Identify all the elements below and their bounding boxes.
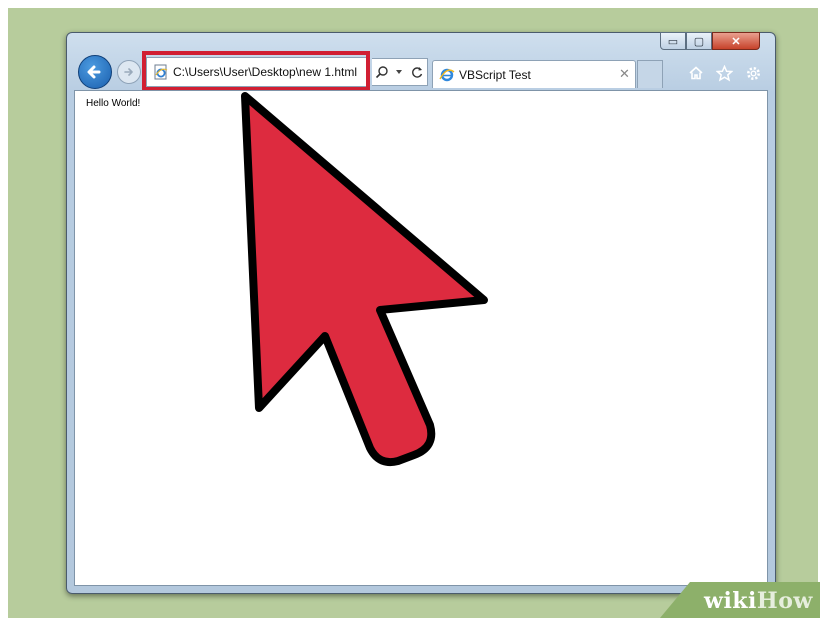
tab-vbscript-test[interactable]: VBScript Test ✕ [432,60,636,88]
forward-button[interactable] [117,60,141,84]
window-controls: ▭ ▢ ✕ [660,32,760,52]
browser-toolbar [688,62,762,84]
minimize-button[interactable]: ▭ [660,32,686,50]
watermark-how: How [756,588,813,614]
maximize-button[interactable]: ▢ [686,32,712,50]
address-highlight-box [142,51,370,91]
close-window-button[interactable]: ✕ [712,32,760,50]
page-viewport: Hello World! [74,90,768,586]
home-icon[interactable] [688,65,704,81]
tab-title: VBScript Test [459,68,531,82]
settings-gear-icon[interactable] [745,65,762,82]
address-tools [372,58,428,86]
back-arrow-icon [87,65,101,79]
new-tab-button[interactable] [637,60,663,88]
refresh-icon[interactable] [410,65,424,79]
watermark-text: wikiHow [704,588,813,614]
back-button[interactable] [78,55,112,89]
forward-arrow-icon [124,68,133,76]
favorites-star-icon[interactable] [716,64,733,82]
hello-world-text: Hello World! [86,98,141,109]
tab-close-icon[interactable]: ✕ [619,66,630,82]
ie-icon [439,68,455,82]
watermark-wiki: wiki [704,588,757,614]
wikihow-watermark: wikiHow [660,582,820,618]
dropdown-arrow-icon[interactable] [395,68,403,76]
search-icon[interactable] [375,65,389,79]
